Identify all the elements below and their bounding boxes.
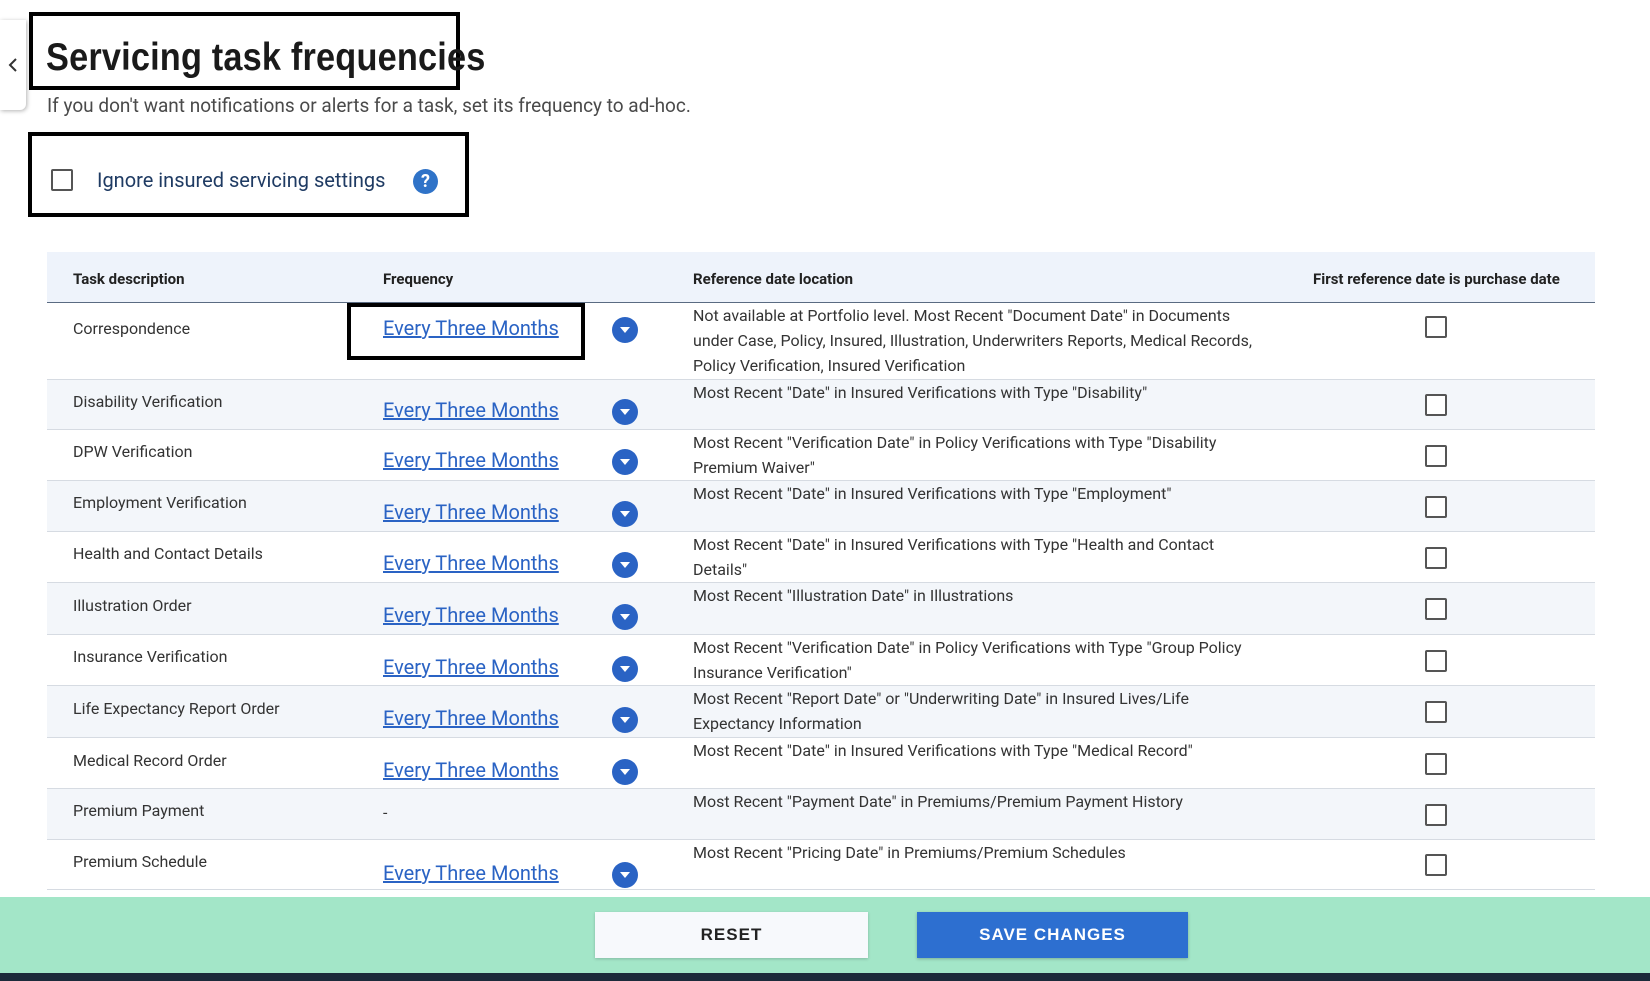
chevron-down-icon bbox=[620, 511, 630, 517]
task-description: Health and Contact Details bbox=[73, 544, 263, 563]
reference-date-location: Most Recent "Date" in Insured Verificati… bbox=[693, 535, 1215, 579]
frequency-dropdown-button[interactable] bbox=[612, 399, 638, 425]
task-description: Employment Verification bbox=[73, 493, 247, 512]
chevron-down-icon bbox=[620, 614, 630, 620]
reference-date-location: Most Recent "Date" in Insured Verificati… bbox=[693, 484, 1172, 503]
chevron-down-icon bbox=[620, 872, 630, 878]
frequency-dropdown-button[interactable] bbox=[612, 707, 638, 733]
purchase-date-checkbox[interactable] bbox=[1425, 316, 1447, 338]
purchase-date-checkbox[interactable] bbox=[1425, 547, 1447, 569]
frequency-link[interactable]: Every Three Months bbox=[383, 551, 559, 575]
reference-date-location: Most Recent "Date" in Insured Verificati… bbox=[693, 383, 1148, 402]
purchase-date-checkbox[interactable] bbox=[1425, 804, 1447, 826]
chevron-down-icon bbox=[620, 562, 630, 568]
task-description: Disability Verification bbox=[73, 392, 223, 411]
chevron-down-icon bbox=[620, 327, 630, 333]
page-title: Servicing task frequencies bbox=[46, 36, 486, 79]
table-row: Insurance Verification Every Three Months… bbox=[47, 635, 1595, 686]
frequency-link[interactable]: Every Three Months bbox=[383, 448, 559, 472]
frequency-dropdown-button[interactable] bbox=[612, 552, 638, 578]
reference-date-location: Most Recent "Pricing Date" in Premiums/P… bbox=[693, 843, 1126, 862]
frequency-link[interactable]: Every Three Months bbox=[383, 758, 559, 782]
purchase-date-checkbox[interactable] bbox=[1425, 598, 1447, 620]
header-task-description: Task description bbox=[73, 270, 185, 288]
reset-button[interactable]: RESET bbox=[595, 912, 868, 958]
reference-date-location: Not available at Portfolio level. Most R… bbox=[693, 306, 1252, 375]
frequency-dropdown-button[interactable] bbox=[612, 862, 638, 888]
table-header: Task description Frequency Reference dat… bbox=[47, 252, 1595, 303]
table-row: Premium Schedule Every Three Months Most R… bbox=[47, 840, 1595, 890]
chevron-down-icon bbox=[620, 409, 630, 415]
frequency-dropdown-button[interactable] bbox=[612, 604, 638, 630]
frequency-link[interactable]: Every Three Months bbox=[383, 706, 559, 730]
reference-date-location: Most Recent "Report Date" or "Underwriti… bbox=[693, 689, 1189, 733]
bottom-strip bbox=[0, 973, 1650, 981]
table-row: Life Expectancy Report Order Every Three … bbox=[47, 686, 1595, 738]
question-icon[interactable]: ? bbox=[413, 169, 438, 194]
purchase-date-checkbox[interactable] bbox=[1425, 753, 1447, 775]
reference-date-location: Most Recent "Payment Date" in Premiums/P… bbox=[693, 792, 1183, 811]
purchase-date-checkbox[interactable] bbox=[1425, 394, 1447, 416]
reference-date-location: Most Recent "Verification Date" in Polic… bbox=[693, 433, 1217, 477]
header-first-reference: First reference date is purchase date bbox=[1313, 270, 1560, 288]
frequency-highlight-box bbox=[347, 303, 585, 360]
task-frequency-table: Task description Frequency Reference dat… bbox=[47, 252, 1595, 897]
frequency-dropdown-button[interactable] bbox=[612, 317, 638, 343]
purchase-date-checkbox[interactable] bbox=[1425, 650, 1447, 672]
chevron-down-icon bbox=[620, 717, 630, 723]
task-description: Life Expectancy Report Order bbox=[73, 699, 280, 718]
header-reference-date: Reference date location bbox=[693, 270, 854, 288]
purchase-date-checkbox[interactable] bbox=[1425, 854, 1447, 876]
ignore-insured-label: Ignore insured servicing settings bbox=[97, 168, 386, 192]
task-description: Illustration Order bbox=[73, 596, 192, 615]
chevron-left-icon bbox=[8, 58, 17, 72]
reference-date-location: Most Recent "Illustration Date" in Illus… bbox=[693, 586, 1014, 605]
table-row: Disability Verification Every Three Month… bbox=[47, 380, 1595, 430]
ignore-insured-checkbox[interactable] bbox=[51, 169, 73, 191]
purchase-date-checkbox[interactable] bbox=[1425, 445, 1447, 467]
page-subtitle: If you don't want notifications or alert… bbox=[47, 94, 691, 117]
frequency-dropdown-button[interactable] bbox=[612, 449, 638, 475]
frequency-link[interactable]: Every Three Months bbox=[383, 398, 559, 422]
frequency-link[interactable]: Every Three Months bbox=[383, 655, 559, 679]
purchase-date-checkbox[interactable] bbox=[1425, 496, 1447, 518]
chevron-down-icon bbox=[620, 769, 630, 775]
table-row: Medical Record Order Every Three Months Mo… bbox=[47, 738, 1595, 789]
reference-date-location: Most Recent "Verification Date" in Polic… bbox=[693, 638, 1242, 682]
task-description: Premium Payment bbox=[73, 801, 205, 820]
table-row: Premium Payment - Most Recent "Payment Dat… bbox=[47, 789, 1595, 840]
frequency-dropdown-button[interactable] bbox=[612, 656, 638, 682]
table-row: Correspondence Every Three Months Not avai… bbox=[47, 303, 1595, 380]
task-description: Premium Schedule bbox=[73, 852, 207, 871]
save-changes-button[interactable]: SAVE CHANGES bbox=[917, 912, 1188, 958]
frequency-link[interactable]: Every Three Months bbox=[383, 500, 559, 524]
task-description: Correspondence bbox=[73, 319, 191, 338]
collapse-panel-button[interactable] bbox=[0, 20, 26, 110]
frequency-dropdown-button[interactable] bbox=[612, 759, 638, 785]
table-row: Employment Verification Every Three Month… bbox=[47, 481, 1595, 532]
header-frequency: Frequency bbox=[383, 270, 454, 288]
frequency-value: - bbox=[383, 803, 388, 822]
task-description: DPW Verification bbox=[73, 442, 193, 461]
frequency-link[interactable]: Every Three Months bbox=[383, 603, 559, 627]
chevron-down-icon bbox=[620, 459, 630, 465]
task-description: Medical Record Order bbox=[73, 751, 227, 770]
table-row: DPW Verification Every Three Months Most R… bbox=[47, 430, 1595, 481]
task-description: Insurance Verification bbox=[73, 647, 228, 666]
table-row: Illustration Order Every Three Months Most… bbox=[47, 583, 1595, 635]
purchase-date-checkbox[interactable] bbox=[1425, 701, 1447, 723]
table-row: Health and Contact Details Every Three Mo… bbox=[47, 532, 1595, 583]
reference-date-location: Most Recent "Date" in Insured Verificati… bbox=[693, 741, 1193, 760]
frequency-dropdown-button[interactable] bbox=[612, 501, 638, 527]
frequency-link[interactable]: Every Three Months bbox=[383, 861, 559, 885]
chevron-down-icon bbox=[620, 666, 630, 672]
